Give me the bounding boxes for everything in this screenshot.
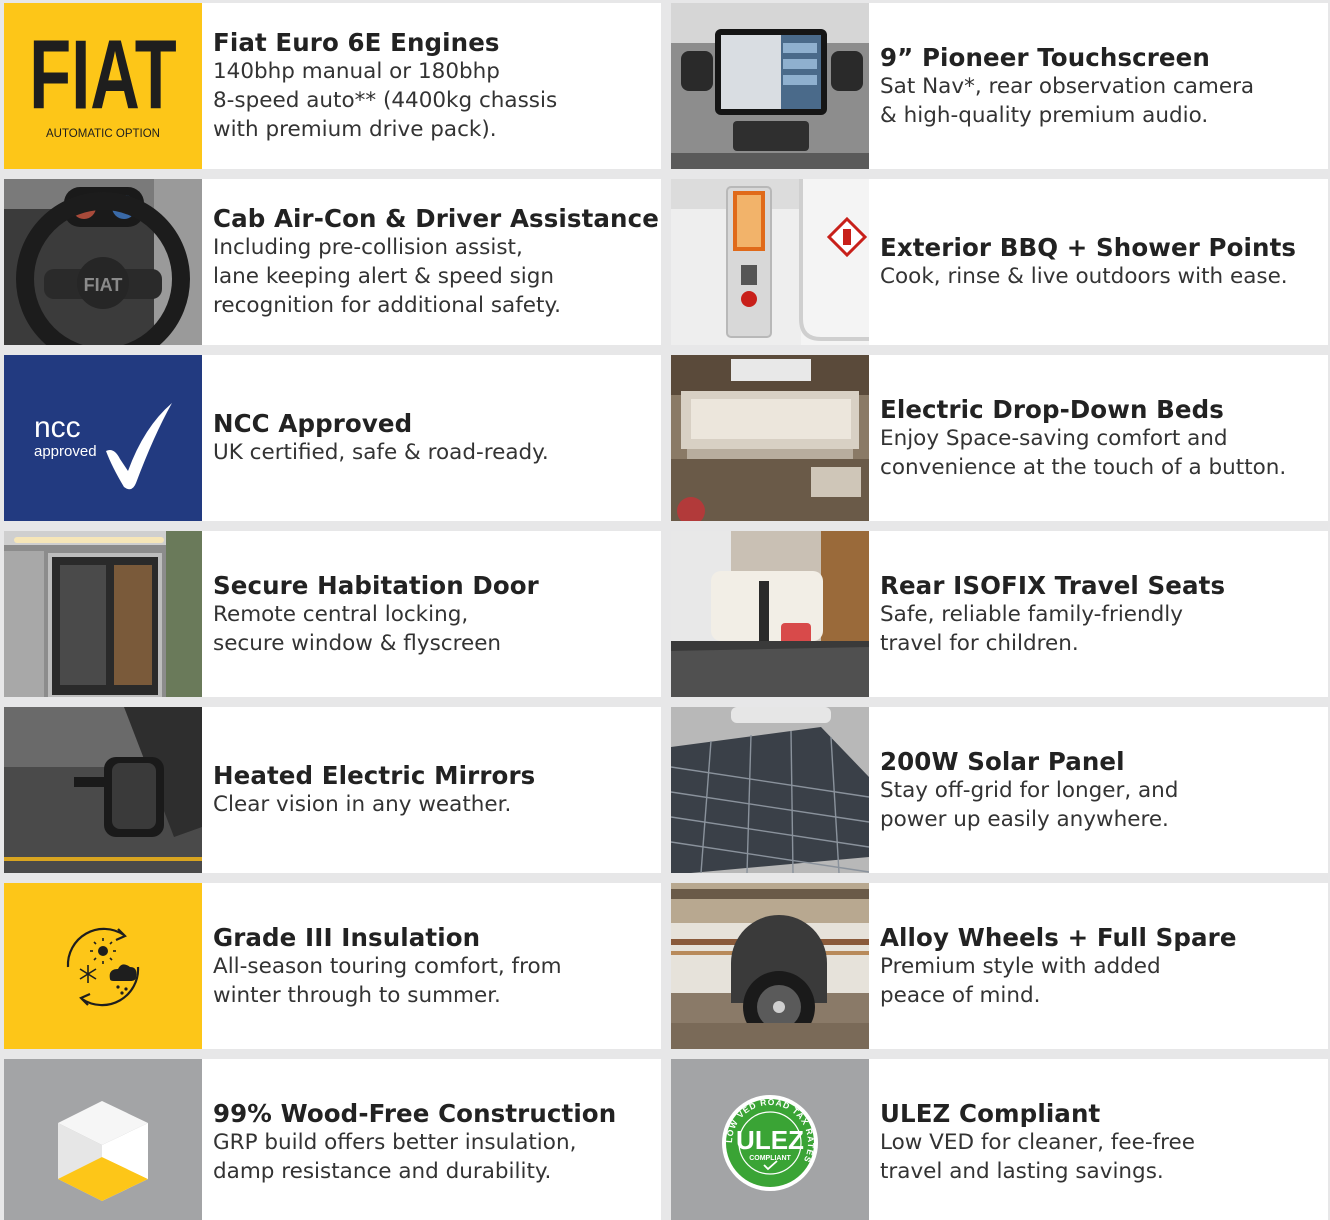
feature-text: 9” Pioneer Touchscreen Sat Nav*, rear ob… xyxy=(869,3,1328,169)
feature-title: Grade III Insulation xyxy=(213,922,481,952)
feature-text: Cab Air-Con & Driver Assistance Includin… xyxy=(202,179,661,345)
feature-card-fiat-engines: FIAT AUTOMATIC OPTION Fiat Euro 6E Engin… xyxy=(4,3,661,169)
feature-title: Cab Air-Con & Driver Assistance xyxy=(213,204,659,233)
feature-description: Low VED for cleaner, fee-free travel and… xyxy=(880,1129,1195,1184)
feature-text: NCC Approved UK certified, safe & road-r… xyxy=(202,355,661,521)
feature-text: Grade III Insulation All-season touring … xyxy=(202,883,661,1049)
feature-card-wood-free: 99% Wood-Free Construction GRP build off… xyxy=(4,1059,661,1220)
feature-description: Remote central locking, secure window & … xyxy=(213,601,502,656)
svg-text:AUTOMATIC OPTION: AUTOMATIC OPTION xyxy=(46,128,160,140)
feature-text: 99% Wood-Free Construction GRP build off… xyxy=(202,1059,661,1220)
feature-title: NCC Approved xyxy=(213,409,413,438)
feature-title: Heated Electric Mirrors xyxy=(213,761,536,790)
svg-text:FIAT: FIAT xyxy=(29,19,176,129)
feature-description: Clear vision in any weather. xyxy=(213,792,512,817)
feature-description: Safe, reliable family-friendly travel fo… xyxy=(880,601,1184,656)
feature-text: Exterior BBQ + Shower Points Cook, rinse… xyxy=(869,179,1328,345)
feature-card-heated-mirrors: Heated Electric Mirrors Clear vision in … xyxy=(4,707,661,873)
feature-title: Electric Drop-Down Beds xyxy=(880,394,1224,424)
feature-title: Fiat Euro 6E Engines xyxy=(213,28,500,57)
steering-wheel-photo: FIAT xyxy=(4,179,202,345)
feature-card-isofix-seats: Rear ISOFIX Travel Seats Safe, reliable … xyxy=(671,531,1328,697)
feature-title: Alloy Wheels + Full Spare xyxy=(880,922,1237,952)
feature-description: 140bhp manual or 180bhp 8-speed auto** (… xyxy=(213,59,558,142)
feature-title: Rear ISOFIX Travel Seats xyxy=(880,570,1226,600)
feature-description: Including pre-collision assist, lane kee… xyxy=(213,235,561,318)
feature-description: All-season touring comfort, from winter … xyxy=(213,953,562,1008)
feature-text: Alloy Wheels + Full Spare Premium style … xyxy=(869,883,1328,1049)
fiat-logo-icon: FIAT AUTOMATIC OPTION xyxy=(4,3,202,169)
ncc-approved-icon: ncc approved xyxy=(4,355,202,521)
feature-text: ULEZ Compliant Low VED for cleaner, fee-… xyxy=(869,1059,1328,1220)
feature-card-cab-aircon: FIAT Cab Air-Con & Driver Assistance Inc… xyxy=(4,179,661,345)
solar-panel-photo xyxy=(671,707,869,873)
feature-text: Fiat Euro 6E Engines 140bhp manual or 18… xyxy=(202,3,661,169)
exterior-points-photo xyxy=(671,179,869,345)
feature-text: Heated Electric Mirrors Clear vision in … xyxy=(202,707,661,873)
feature-description: GRP build offers better insulation, damp… xyxy=(213,1129,577,1184)
feature-card-ulez: LOW VED ROAD TAX RATES ULEZ COMPLIANT UL… xyxy=(671,1059,1328,1220)
svg-text:ncc: ncc xyxy=(34,411,81,444)
feature-card-alloy-wheels: Alloy Wheels + Full Spare Premium style … xyxy=(671,883,1328,1049)
feature-card-insulation: Grade III Insulation All-season touring … xyxy=(4,883,661,1049)
svg-text:COMPLIANT: COMPLIANT xyxy=(749,1155,791,1162)
feature-card-touchscreen: 9” Pioneer Touchscreen Sat Nav*, rear ob… xyxy=(671,3,1328,169)
all-season-icon xyxy=(4,883,202,1049)
ulez-badge-icon: LOW VED ROAD TAX RATES ULEZ COMPLIANT xyxy=(671,1059,869,1220)
svg-text:FIAT: FIAT xyxy=(84,275,123,295)
feature-card-exterior-bbq: Exterior BBQ + Shower Points Cook, rinse… xyxy=(671,179,1328,345)
feature-description: Stay off-grid for longer, and power up e… xyxy=(880,777,1179,832)
feature-card-drop-down-beds: Electric Drop-Down Beds Enjoy Space-savi… xyxy=(671,355,1328,521)
feature-title: Exterior BBQ + Shower Points xyxy=(880,233,1297,262)
drop-down-bed-photo xyxy=(671,355,869,521)
feature-title: Secure Habitation Door xyxy=(213,570,539,600)
svg-text:ULEZ: ULEZ xyxy=(736,1125,804,1155)
touchscreen-photo xyxy=(671,3,869,169)
feature-title: 200W Solar Panel xyxy=(880,746,1125,776)
svg-text:approved: approved xyxy=(34,443,97,460)
alloy-wheel-photo xyxy=(671,883,869,1049)
cube-icon xyxy=(4,1059,202,1220)
features-grid: FIAT AUTOMATIC OPTION Fiat Euro 6E Engin… xyxy=(4,3,1328,1220)
feature-card-solar-panel: 200W Solar Panel Stay off-grid for longe… xyxy=(671,707,1328,873)
feature-title: 99% Wood-Free Construction xyxy=(213,1098,617,1128)
feature-description: Enjoy Space-saving comfort and convenien… xyxy=(880,425,1287,480)
feature-description: Premium style with added peace of mind. xyxy=(880,953,1161,1008)
feature-description: Sat Nav*, rear observation camera & high… xyxy=(880,73,1255,128)
feature-text: 200W Solar Panel Stay off-grid for longe… xyxy=(869,707,1328,873)
feature-text: Electric Drop-Down Beds Enjoy Space-savi… xyxy=(869,355,1328,521)
feature-title: ULEZ Compliant xyxy=(880,1098,1101,1128)
mirror-photo xyxy=(4,707,202,873)
feature-card-ncc-approved: ncc approved NCC Approved UK certified, … xyxy=(4,355,661,521)
feature-text: Secure Habitation Door Remote central lo… xyxy=(202,531,661,697)
feature-description: UK certified, safe & road-ready. xyxy=(213,440,549,465)
feature-description: Cook, rinse & live outdoors with ease. xyxy=(880,264,1288,289)
feature-text: Rear ISOFIX Travel Seats Safe, reliable … xyxy=(869,531,1328,697)
feature-title: 9” Pioneer Touchscreen xyxy=(880,42,1210,72)
habitation-door-photo xyxy=(4,531,202,697)
feature-card-habitation-door: Secure Habitation Door Remote central lo… xyxy=(4,531,661,697)
isofix-seats-photo xyxy=(671,531,869,697)
